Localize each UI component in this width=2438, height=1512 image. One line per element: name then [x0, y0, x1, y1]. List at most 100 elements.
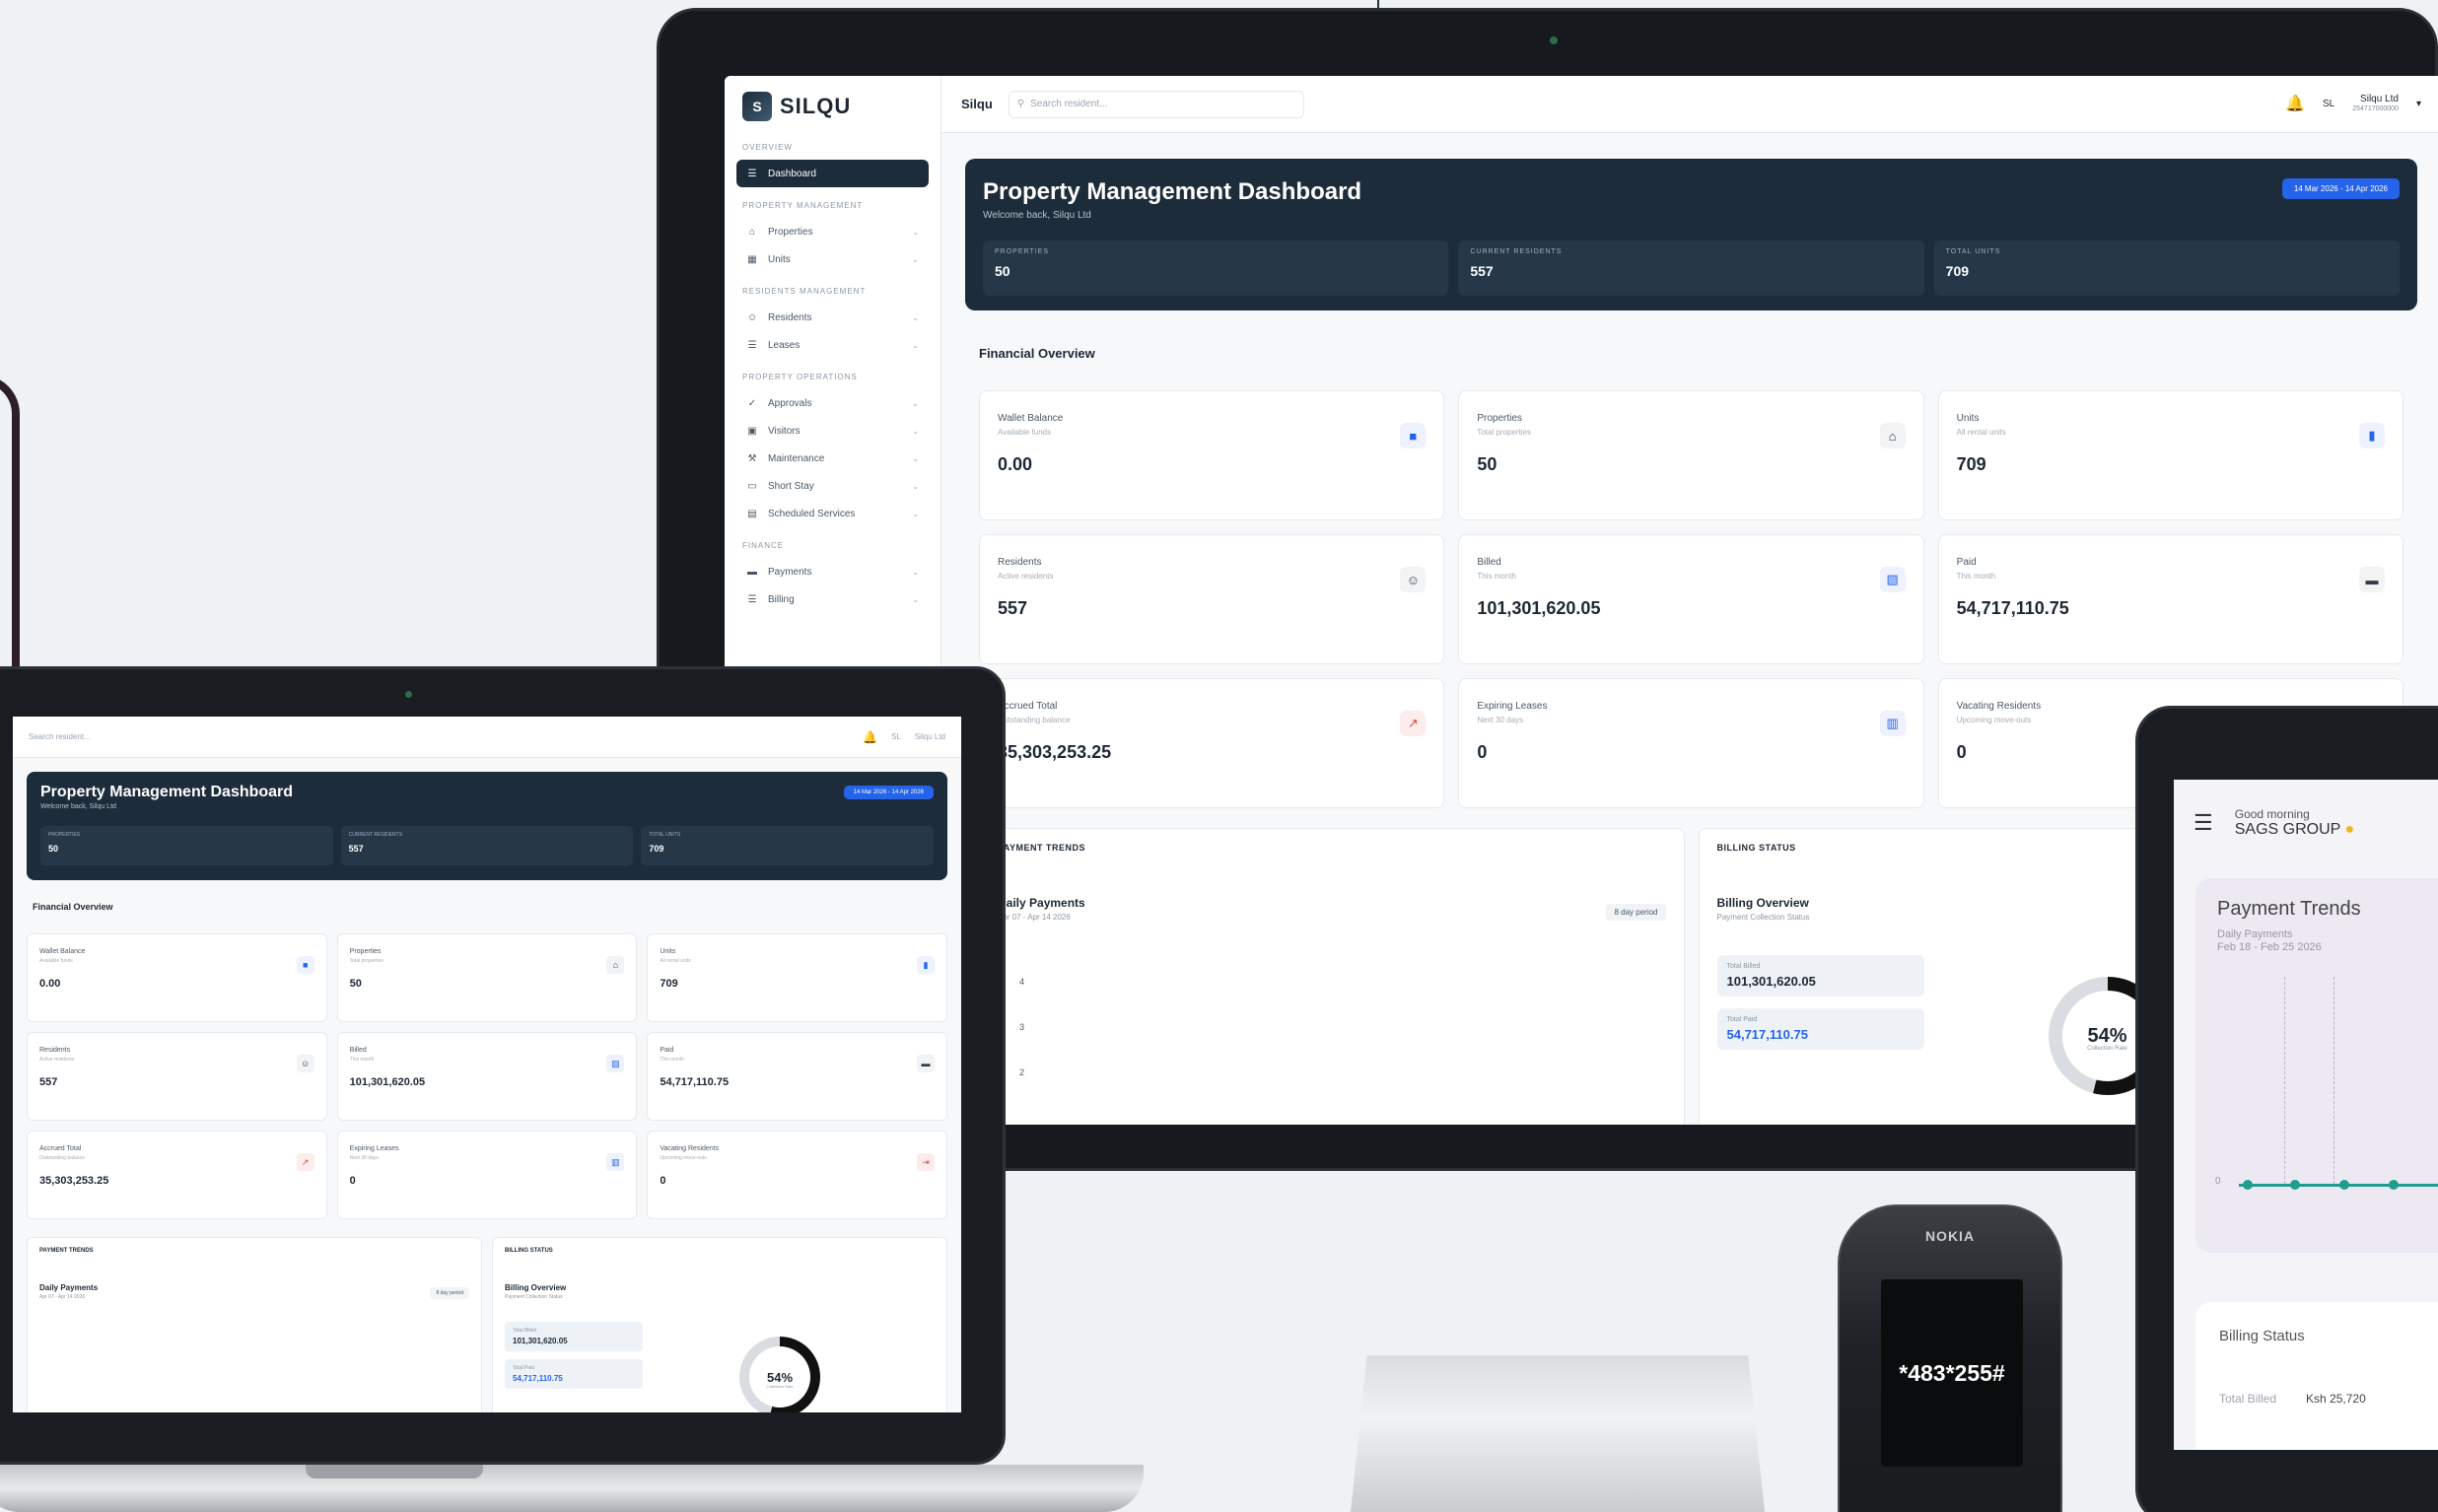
receipt-icon: ☰ — [747, 593, 757, 605]
home-icon: ⌂ — [748, 226, 756, 238]
stat-card-value: 35,303,253.25 — [39, 1175, 109, 1187]
date-range-button[interactable]: 14 Mar 2026 - 14 Apr 2026 — [843, 786, 934, 799]
chevron-down-icon: ⌄ — [912, 594, 919, 604]
collection-rate-donut: 54% Collection Rate — [739, 1337, 820, 1412]
date-range-button[interactable]: 14 Mar 2026 - 14 Apr 2026 — [2281, 178, 2400, 199]
sidebar-item-scheduled-services[interactable]: ▤ Scheduled Services ⌄ — [736, 500, 929, 527]
payment-line — [2239, 1184, 2438, 1187]
chevron-down-icon: ⌄ — [912, 340, 919, 350]
stat-card-accrued-total[interactable]: Accrued Total Outstanding balance 35,303,2… — [27, 1131, 327, 1219]
chart-point[interactable] — [2243, 1180, 2253, 1190]
welcome-text: Welcome back, Silqu Ltd — [40, 803, 116, 810]
sidebar-item-residents[interactable]: ☺ Residents ⌄ — [736, 304, 929, 331]
collection-rate-value: 54% — [2087, 1024, 2127, 1047]
grid-icon: ▦ — [747, 253, 757, 265]
sidebar-item-dashboard[interactable]: ☰ Dashboard — [736, 160, 929, 187]
total-billed-value: 101,301,620.05 — [1726, 974, 1816, 989]
chart-point[interactable] — [2339, 1180, 2349, 1190]
stat-card-label: Accrued Total — [998, 701, 1058, 712]
sidebar-item-label: Billing — [768, 593, 795, 605]
sidebar-item-billing[interactable]: ☰ Billing ⌄ — [736, 585, 929, 613]
stat-card-properties[interactable]: Properties Total properties 50 ⌂ — [1458, 390, 1924, 520]
search-input[interactable]: ⚲ Search resident... — [1008, 90, 1304, 118]
sidebar-section-title: FINANCE — [742, 541, 785, 550]
stat-card-wallet-balance[interactable]: Wallet Balance Available funds 0.00 ■ — [27, 933, 327, 1022]
stat-card-paid[interactable]: Paid This month 54,717,110.75 ▬ — [1937, 534, 2403, 664]
stat-card-label: Units — [1956, 413, 1980, 424]
sidebar-item-leases[interactable]: ☰ Leases ⌄ — [736, 331, 929, 359]
money-icon: ▬ — [2359, 567, 2385, 592]
stat-card-billed[interactable]: Billed This month 101,301,620.05 ▧ — [1458, 534, 1924, 664]
tablet: ☰ Good morning SAGS GROUP ● Payment Tren… — [2135, 706, 2438, 1512]
stat-card-value: 50 — [1477, 454, 1498, 474]
stat-card-units[interactable]: Units All rental units 709 ▮ — [1937, 390, 2403, 520]
period-badge[interactable]: 8 day period — [430, 1287, 469, 1299]
topbar-actions: 🔔 SL Silqu Ltd 254717000000 ▾ — [2285, 94, 2421, 113]
sidebar-section-title: RESIDENTS MANAGEMENT — [742, 287, 867, 296]
sidebar-item-maintenance[interactable]: ⚒ Maintenance ⌄ — [736, 445, 929, 472]
file-icon: ☰ — [747, 339, 757, 351]
user-name: Silqu Ltd — [2360, 94, 2399, 105]
stat-card-value: 709 — [660, 978, 678, 990]
stat-card-expiring-leases[interactable]: Expiring Leases Next 30 days 0 ▥ — [336, 1131, 638, 1219]
stat-card-wallet-balance[interactable]: Wallet Balance Available funds 0.00 ■ — [979, 390, 1445, 520]
collection-rate-label: Collection Rate — [766, 1384, 794, 1389]
notification-bell-icon[interactable]: 🔔 — [2285, 94, 2305, 113]
chevron-down-icon: ⌄ — [912, 398, 919, 408]
hero-stat-label: PROPERTIES — [48, 832, 81, 838]
stat-card-units[interactable]: Units All rental units 709 ▮ — [647, 933, 947, 1022]
total-paid-label: Total Paid — [1726, 1016, 1758, 1023]
stat-card-value: 35,303,253.25 — [998, 742, 1112, 762]
stat-card-residents[interactable]: Residents Active residents 557 ☺ — [27, 1032, 327, 1121]
sidebar-item-visitors[interactable]: ▣ Visitors ⌄ — [736, 417, 929, 445]
chart-point[interactable] — [2389, 1180, 2399, 1190]
stat-card-value: 101,301,620.05 — [349, 1076, 426, 1088]
stat-card-label: Paid — [1956, 557, 1977, 568]
sidebar-item-properties[interactable]: ⌂ Properties ⌄ — [736, 218, 929, 245]
laptop-search-input[interactable]: Search resident... — [29, 732, 91, 741]
chevron-down-icon[interactable]: ▾ — [2416, 99, 2421, 109]
panel-title: Daily Payments — [39, 1283, 99, 1292]
sidebar-item-short-stay[interactable]: ▭ Short Stay ⌄ — [736, 472, 929, 500]
stat-card-label: Vacating Residents — [660, 1145, 720, 1152]
user-initials[interactable]: SL — [2323, 99, 2334, 109]
stat-card-paid[interactable]: Paid This month 54,717,110.75 ▬ — [647, 1032, 947, 1121]
payment-trends-sub1: Daily Payments — [2217, 928, 2293, 940]
total-billed-value: Ksh 25,720 — [2306, 1392, 2366, 1406]
chart-point[interactable] — [2290, 1180, 2300, 1190]
app-logo[interactable]: S SILQU — [736, 92, 929, 121]
notification-bell-icon[interactable]: 🔔 — [863, 730, 877, 744]
stat-card-accrued-total[interactable]: Accrued Total Outstanding balance 35,303,2… — [979, 678, 1445, 808]
sidebar-item-approvals[interactable]: ✓ Approvals ⌄ — [736, 389, 929, 417]
payment-trends-panel: PAYMENT TRENDS Daily Payments Apr 07 - A… — [27, 1237, 482, 1412]
laptop-main: Property Management Dashboard Welcome ba… — [13, 758, 961, 1412]
users-icon: ☺ — [296, 1055, 314, 1072]
stat-card-value: 0.00 — [998, 454, 1033, 474]
menu-icon: ☰ — [747, 168, 757, 179]
stat-card-expiring-leases[interactable]: Expiring Leases Next 30 days 0 ▥ — [1458, 678, 1924, 808]
document-icon: ▧ — [606, 1055, 625, 1072]
user-menu[interactable]: Silqu Ltd 254717000000 — [2352, 94, 2399, 113]
laptop-camera — [405, 691, 412, 698]
period-badge[interactable]: 8 day period — [1606, 904, 1666, 921]
stat-card-billed[interactable]: Billed This month 101,301,620.05 ▧ — [336, 1032, 638, 1121]
user-phone: 254717000000 — [2352, 105, 2399, 113]
user-initials[interactable]: SL — [891, 732, 901, 741]
sidebar-item-label: Payments — [768, 566, 812, 578]
panel-header: PAYMENT TRENDS — [998, 843, 1086, 853]
payment-trends-sub2: Feb 18 - Feb 25 2026 — [2217, 941, 2322, 954]
sidebar-item-units[interactable]: ▦ Units ⌄ — [736, 245, 929, 273]
user-name[interactable]: Silqu Ltd — [915, 732, 945, 741]
stat-card-label: Units — [660, 948, 676, 955]
hamburger-menu-icon[interactable]: ☰ — [2194, 810, 2213, 836]
sidebar-item-payments[interactable]: ▬ Payments ⌄ — [736, 558, 929, 585]
total-paid-value: 54,717,110.75 — [1726, 1027, 1808, 1042]
stat-card-properties[interactable]: Properties Total properties 50 ⌂ — [336, 933, 638, 1022]
hero-stats: PROPERTIES 50 CURRENT RESIDENTS 557 TOTA… — [983, 241, 2400, 296]
laptop: Search resident... 🔔 SL Silqu Ltd Proper… — [0, 666, 1006, 1465]
stat-card-subtitle: Total properties — [349, 958, 383, 964]
stat-card-residents[interactable]: Residents Active residents 557 ☺ — [979, 534, 1445, 664]
laptop-dashboard-hero: Property Management Dashboard Welcome ba… — [27, 772, 947, 880]
sidebar-item-label: Properties — [768, 226, 813, 238]
stat-card-vacating-residents[interactable]: Vacating Residents Upcoming move-outs 0 ⇥ — [647, 1131, 947, 1219]
